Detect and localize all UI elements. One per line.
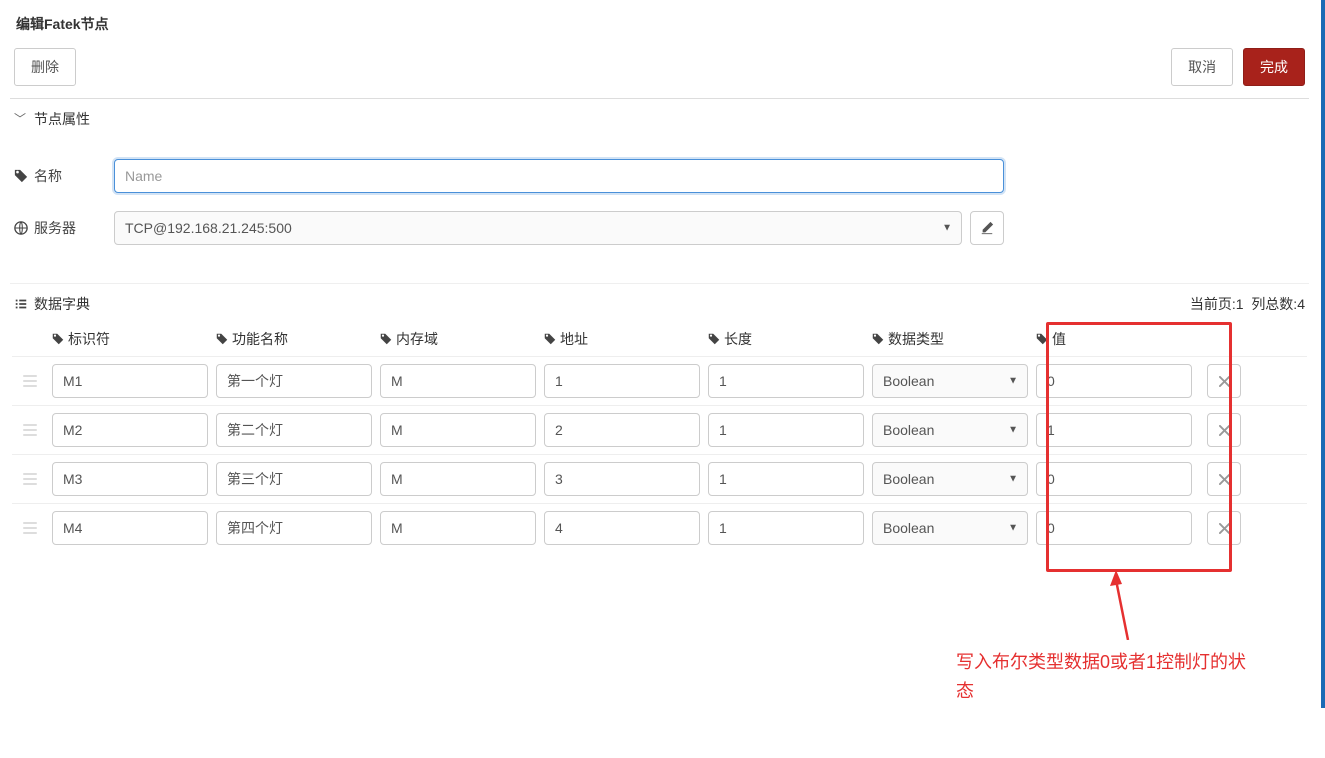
close-icon [1219, 425, 1230, 436]
value-input[interactable] [1036, 511, 1192, 545]
function-name-input[interactable] [216, 413, 372, 447]
grid-header: 标识符 功能名称 内存域 地址 长度 数据类型 值 [12, 322, 1307, 356]
address-input[interactable] [544, 364, 700, 398]
chevron-down-icon: ﹀ [14, 110, 26, 127]
table-row: Boolean ▼ [12, 454, 1307, 503]
section-node-props[interactable]: ﹀ 节点属性 [10, 98, 1309, 141]
tag-icon [544, 333, 556, 345]
cancel-button[interactable]: 取消 [1171, 48, 1233, 86]
delete-row-button[interactable] [1207, 462, 1241, 496]
value-input[interactable] [1036, 413, 1192, 447]
datatype-select[interactable]: Boolean [872, 364, 1028, 398]
annotation-text: 写入布尔类型数据0或者1控制灯的状态 [956, 648, 1256, 706]
datatype-select[interactable]: Boolean [872, 511, 1028, 545]
drag-handle[interactable] [12, 473, 48, 485]
table-row: Boolean ▼ [12, 356, 1307, 405]
drag-handle[interactable] [12, 375, 48, 387]
length-input[interactable] [708, 413, 864, 447]
tag-icon [708, 333, 720, 345]
finish-button[interactable]: 完成 [1243, 48, 1305, 86]
memory-input[interactable] [380, 364, 536, 398]
close-icon [1219, 474, 1230, 485]
datatype-select[interactable]: Boolean [872, 462, 1028, 496]
tag-icon [52, 333, 64, 345]
value-input[interactable] [1036, 364, 1192, 398]
close-icon [1219, 376, 1230, 387]
address-input[interactable] [544, 511, 700, 545]
tag-icon [14, 169, 28, 183]
dict-meta: 当前页:1 列总数:4 [1190, 294, 1305, 314]
delete-row-button[interactable] [1207, 413, 1241, 447]
server-select[interactable]: TCP@192.168.21.245:500 [114, 211, 962, 245]
identifier-input[interactable] [52, 413, 208, 447]
address-input[interactable] [544, 413, 700, 447]
delete-row-button[interactable] [1207, 511, 1241, 545]
tag-icon [380, 333, 392, 345]
dialog-title: 编辑Fatek节点 [10, 6, 1309, 48]
identifier-input[interactable] [52, 511, 208, 545]
pencil-icon [980, 221, 994, 235]
tag-icon [1036, 333, 1048, 345]
edit-server-button[interactable] [970, 211, 1004, 245]
address-input[interactable] [544, 462, 700, 496]
function-name-input[interactable] [216, 364, 372, 398]
length-input[interactable] [708, 511, 864, 545]
length-input[interactable] [708, 462, 864, 496]
identifier-input[interactable] [52, 462, 208, 496]
data-dict-title: 数据字典 [14, 294, 90, 314]
toolbar: 删除 取消 完成 [10, 48, 1309, 98]
delete-button[interactable]: 删除 [14, 48, 76, 86]
datatype-select[interactable]: Boolean [872, 413, 1028, 447]
delete-row-button[interactable] [1207, 364, 1241, 398]
function-name-input[interactable] [216, 511, 372, 545]
name-label: 名称 [14, 166, 114, 186]
table-row: Boolean ▼ [12, 503, 1307, 552]
tag-icon [872, 333, 884, 345]
table-row: Boolean ▼ [12, 405, 1307, 454]
globe-icon [14, 221, 28, 235]
drag-handle[interactable] [12, 522, 48, 534]
memory-input[interactable] [380, 462, 536, 496]
value-input[interactable] [1036, 462, 1192, 496]
memory-input[interactable] [380, 511, 536, 545]
drag-handle[interactable] [12, 424, 48, 436]
function-name-input[interactable] [216, 462, 372, 496]
section-title: 节点属性 [34, 109, 90, 129]
identifier-input[interactable] [52, 364, 208, 398]
server-label: 服务器 [14, 218, 114, 238]
close-icon [1219, 523, 1230, 534]
memory-input[interactable] [380, 413, 536, 447]
name-input[interactable] [114, 159, 1004, 193]
list-icon [14, 297, 28, 311]
tag-icon [216, 333, 228, 345]
length-input[interactable] [708, 364, 864, 398]
